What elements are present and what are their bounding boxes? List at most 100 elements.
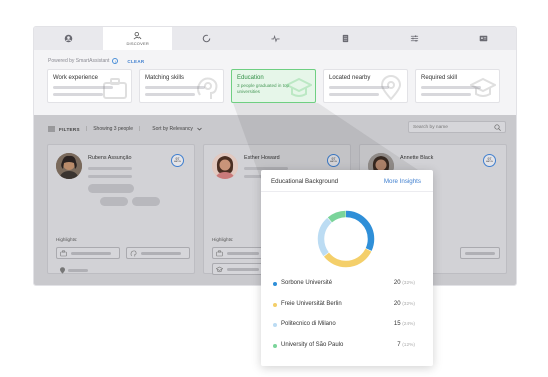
highlight-work bbox=[56, 247, 120, 259]
legend-label: Politecnico di Milano bbox=[281, 321, 336, 327]
suggestion-card-required-skill[interactable]: Required skill bbox=[415, 69, 500, 103]
person-name: Annette Black bbox=[400, 155, 434, 161]
legend-count: 15 bbox=[393, 321, 403, 327]
legend-dot bbox=[273, 282, 277, 286]
nav-tab-profile[interactable] bbox=[34, 27, 103, 50]
legend-item: Freie Universität Berlin 20 (32%) bbox=[273, 300, 423, 321]
avatar bbox=[56, 153, 82, 179]
person-name: Rubens Assunção bbox=[88, 155, 132, 161]
popup-header: Educational Background More Insights bbox=[261, 170, 433, 192]
nav-tab-settings[interactable] bbox=[380, 27, 449, 50]
id-card-icon bbox=[479, 35, 488, 42]
legend-item: Politecnico di Milano 15 (24%) bbox=[273, 320, 423, 341]
legend-label: Sorbone Université bbox=[281, 280, 333, 286]
user-circle-icon bbox=[64, 34, 73, 43]
sliders-icon bbox=[410, 35, 418, 42]
match-unit: MATCH bbox=[330, 161, 337, 163]
match-score: 97 MATCH bbox=[483, 154, 496, 167]
chevron-down-icon[interactable] bbox=[197, 127, 202, 131]
top-nav: DISCOVER bbox=[34, 27, 516, 50]
suggestion-cards: Work experience Matching skills Educatio… bbox=[47, 69, 500, 103]
legend-count: 20 bbox=[393, 300, 403, 307]
placeholder-bar bbox=[88, 167, 132, 170]
discover-icon bbox=[133, 31, 142, 40]
graduation-cap-icon bbox=[470, 77, 496, 97]
legend-dot bbox=[273, 343, 277, 348]
profile-card[interactable]: Rubens Assunção 97 MATCH Highlights: bbox=[47, 144, 195, 274]
nav-tab-progress[interactable] bbox=[172, 27, 241, 50]
nav-tab-discover[interactable]: DISCOVER bbox=[103, 27, 173, 50]
highlights-label: Highlights: bbox=[56, 237, 78, 242]
nav-tab-documents[interactable] bbox=[311, 27, 380, 50]
avatar bbox=[212, 153, 238, 179]
circle-progress-icon bbox=[203, 34, 211, 43]
nav-tab-cards[interactable] bbox=[449, 27, 516, 50]
highlight-skills bbox=[460, 247, 500, 259]
clear-button[interactable]: CLEAR bbox=[127, 59, 144, 64]
search-input[interactable]: Search by name bbox=[408, 121, 506, 133]
legend-value: 7 (12%) bbox=[397, 342, 415, 348]
insights-popup: Educational Background More Insights Sor… bbox=[261, 170, 433, 366]
suggestion-card-located-nearby[interactable]: Located nearby bbox=[323, 69, 408, 103]
placeholder-bar bbox=[421, 93, 471, 96]
legend-percent: (32%) bbox=[402, 281, 415, 286]
chart-legend: Sorbone Université 20 (32%) Freie Universi… bbox=[273, 279, 423, 361]
filter-icon[interactable] bbox=[48, 126, 55, 132]
graduation-cap-icon bbox=[286, 77, 312, 97]
person-name: Esther Howard bbox=[244, 155, 280, 161]
placeholder-bar bbox=[227, 252, 259, 255]
location-pin-icon bbox=[380, 75, 402, 101]
sort-dropdown[interactable]: Sort by Relevancy bbox=[152, 126, 193, 132]
legend-item: Sorbone Université 20 (32%) bbox=[273, 279, 423, 300]
powered-text: Powered by SmartAssistant bbox=[48, 58, 110, 64]
legend-value: 20 (32%) bbox=[394, 301, 415, 307]
tag-pill bbox=[88, 184, 134, 193]
briefcase-icon bbox=[103, 78, 127, 99]
legend-label: University of São Paulo bbox=[281, 341, 344, 348]
legend-percent: (12%) bbox=[402, 342, 415, 348]
divider: | bbox=[85, 126, 88, 132]
legend-item: University of São Paulo 7 (12%) bbox=[273, 341, 423, 362]
search-icon[interactable] bbox=[494, 124, 501, 131]
placeholder-bar bbox=[88, 175, 132, 178]
highlights-label: Highlights: bbox=[212, 237, 234, 242]
results-count: Showing 3 people bbox=[93, 126, 133, 132]
tag-pill bbox=[100, 197, 128, 206]
legend-value: 20 (32%) bbox=[394, 280, 415, 286]
more-insights-link[interactable]: More Insights bbox=[384, 178, 421, 185]
placeholder-bar bbox=[227, 268, 259, 271]
match-unit: MATCH bbox=[174, 161, 181, 163]
legend-value: 15 (24%) bbox=[394, 321, 415, 327]
legend-dot bbox=[273, 302, 277, 307]
pulse-icon bbox=[271, 34, 281, 43]
suggestion-card-matching-skills[interactable]: Matching skills bbox=[139, 69, 224, 103]
placeholder-bar bbox=[329, 93, 379, 96]
legend-percent: (24%) bbox=[402, 322, 415, 327]
filters-button[interactable]: FILTERS bbox=[59, 127, 80, 132]
info-icon[interactable]: i bbox=[112, 58, 119, 64]
placeholder-bar bbox=[68, 269, 88, 272]
filter-bar: FILTERS | Showing 3 people | Sort by Rel… bbox=[48, 126, 202, 132]
match-score: 97 MATCH bbox=[171, 154, 184, 167]
nav-tab-label: DISCOVER bbox=[126, 41, 149, 46]
placeholder-bar bbox=[141, 252, 181, 255]
briefcase-icon bbox=[60, 250, 67, 257]
legend-count: 20 bbox=[393, 280, 403, 286]
nav-tab-activity[interactable] bbox=[241, 27, 310, 50]
document-icon bbox=[342, 34, 348, 43]
legend-dot bbox=[273, 323, 277, 327]
graduation-cap-icon bbox=[216, 266, 223, 273]
placeholder-bar bbox=[465, 252, 495, 255]
match-score: 97 MATCH bbox=[327, 154, 340, 167]
suggestion-card-work-experience[interactable]: Work experience bbox=[47, 69, 132, 103]
search-placeholder: Search by name bbox=[413, 125, 448, 130]
legend-percent: (32%) bbox=[402, 301, 415, 307]
briefcase-icon bbox=[216, 250, 223, 257]
tag-pill bbox=[132, 197, 160, 206]
highlight-location bbox=[56, 265, 92, 277]
suggestion-card-education[interactable]: Education 3 people graduated in top univ… bbox=[231, 69, 316, 103]
highlight-work bbox=[212, 247, 266, 259]
divider: | bbox=[138, 126, 141, 132]
location-pin-icon bbox=[60, 267, 65, 274]
placeholder-bar bbox=[53, 93, 103, 96]
